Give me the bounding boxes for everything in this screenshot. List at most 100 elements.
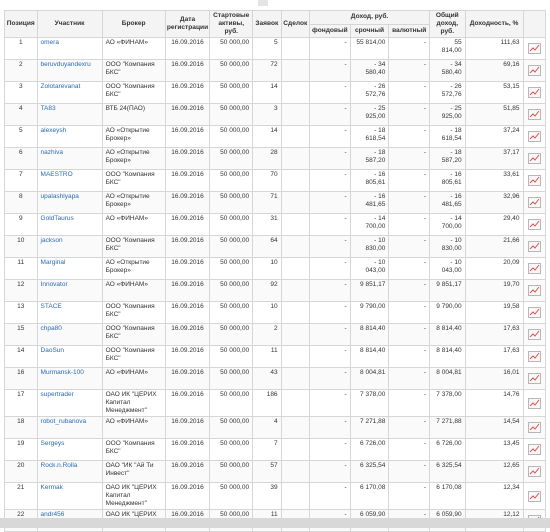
orders-cell: 4 bbox=[252, 416, 282, 439]
orders-cell: 70 bbox=[252, 169, 282, 192]
chart-line-icon[interactable] bbox=[527, 490, 541, 502]
chart-line-icon[interactable] bbox=[527, 153, 541, 164]
chart-cell[interactable] bbox=[522, 191, 547, 214]
broker-cell: АО «Открытие Брокер» bbox=[101, 147, 166, 170]
chart-cell[interactable] bbox=[522, 213, 547, 236]
chart-cell[interactable] bbox=[522, 37, 547, 60]
income-currency-cell: - bbox=[388, 438, 431, 461]
orders-cell: 43 bbox=[252, 367, 282, 390]
chart-line-icon[interactable] bbox=[527, 109, 541, 120]
chart-cell[interactable] bbox=[522, 81, 547, 104]
participant-link[interactable]: Murmansk-100 bbox=[36, 367, 103, 390]
header-deals[interactable]: Сделок bbox=[280, 10, 311, 38]
chart-line-icon[interactable] bbox=[527, 241, 541, 252]
chart-line-icon[interactable] bbox=[527, 219, 541, 230]
header-start-assets[interactable]: Стартовые активы, руб. bbox=[209, 10, 254, 38]
income-currency-cell: - bbox=[388, 323, 431, 346]
chart-line-icon[interactable] bbox=[527, 466, 541, 477]
chart-line-icon[interactable] bbox=[527, 307, 541, 318]
position-cell: 2 bbox=[4, 59, 38, 82]
participant-link[interactable]: nazhiva bbox=[36, 147, 103, 170]
chart-line-icon[interactable] bbox=[527, 263, 541, 274]
chart-cell[interactable] bbox=[522, 416, 547, 439]
participant-link[interactable]: omera bbox=[36, 37, 103, 60]
chart-line-icon[interactable] bbox=[527, 351, 541, 362]
chart-line-icon[interactable] bbox=[527, 43, 541, 54]
header-orders[interactable]: Заявок bbox=[252, 10, 282, 38]
participant-link[interactable]: Marginal bbox=[36, 257, 103, 280]
chart-cell[interactable] bbox=[522, 460, 547, 483]
chart-line-icon[interactable] bbox=[527, 175, 541, 186]
chart-line-icon[interactable] bbox=[527, 329, 541, 340]
deals-cell bbox=[280, 147, 311, 170]
participant-link[interactable]: DaoSun bbox=[36, 345, 103, 368]
chart-line-icon[interactable] bbox=[527, 131, 541, 142]
chart-line-icon[interactable] bbox=[527, 197, 541, 208]
chart-cell[interactable] bbox=[522, 438, 547, 461]
participant-link[interactable]: chpa80 bbox=[36, 323, 103, 346]
total-income-cell: 7 271,88 bbox=[429, 416, 466, 439]
participant-link[interactable]: jackson bbox=[36, 235, 103, 258]
chart-cell[interactable] bbox=[522, 482, 547, 510]
header-income-currency[interactable]: валютный bbox=[388, 23, 431, 38]
chart-cell[interactable] bbox=[522, 323, 547, 346]
chart-cell[interactable] bbox=[522, 257, 547, 280]
participant-link[interactable]: TA83 bbox=[36, 103, 103, 126]
income-stock-cell: - bbox=[309, 367, 351, 390]
chart-cell[interactable] bbox=[522, 301, 547, 324]
chart-cell[interactable] bbox=[522, 125, 547, 148]
header-income-futures[interactable]: срочный bbox=[349, 23, 390, 38]
chart-line-icon[interactable] bbox=[527, 87, 541, 98]
deals-cell bbox=[280, 37, 311, 60]
header-total-income[interactable]: Общий доход, руб. bbox=[429, 10, 466, 38]
header-participant[interactable]: Участник bbox=[36, 10, 103, 38]
chart-cell[interactable] bbox=[522, 345, 547, 368]
header-income-stock[interactable]: фондовый bbox=[309, 23, 351, 38]
broker-cell: АО «ФИНАМ» bbox=[101, 416, 166, 439]
chart-cell[interactable] bbox=[522, 147, 547, 170]
broker-cell: АО «Открытие Брокер» bbox=[101, 191, 166, 214]
participant-link[interactable]: upalashlyapa bbox=[36, 191, 103, 214]
header-yield[interactable]: Доходность, % bbox=[464, 10, 524, 38]
participant-link[interactable]: beruvduyandexru bbox=[36, 59, 103, 82]
participant-link[interactable]: robot_rubanova bbox=[36, 416, 103, 439]
start-assets-cell: 50 000,00 bbox=[209, 191, 254, 214]
chart-line-icon[interactable] bbox=[527, 65, 541, 76]
participant-link[interactable]: GoldTaurus bbox=[36, 213, 103, 236]
participant-link[interactable]: STACE bbox=[36, 301, 103, 324]
chart-cell[interactable] bbox=[522, 103, 547, 126]
top-tab-handle[interactable] bbox=[258, 0, 268, 6]
bottom-scroll-strip[interactable] bbox=[0, 518, 550, 528]
chart-line-icon[interactable] bbox=[527, 397, 541, 409]
chart-line-icon[interactable] bbox=[527, 373, 541, 384]
participant-link[interactable]: alexeysh bbox=[36, 125, 103, 148]
chart-line-icon[interactable] bbox=[527, 285, 541, 296]
total-income-cell: 9 790,00 bbox=[429, 301, 466, 324]
chart-cell[interactable] bbox=[522, 367, 547, 390]
table-row: 18 robot_rubanova АО «ФИНАМ» 16.09.2016 50 0… bbox=[4, 416, 547, 439]
participant-link[interactable]: Kermak bbox=[36, 482, 103, 510]
chart-line-icon[interactable] bbox=[527, 444, 541, 455]
reg-date-cell: 16.09.2016 bbox=[164, 460, 211, 483]
position-cell: 7 bbox=[4, 169, 38, 192]
chart-cell[interactable] bbox=[522, 389, 547, 417]
reg-date-cell: 16.09.2016 bbox=[164, 367, 211, 390]
chart-cell[interactable] bbox=[522, 59, 547, 82]
header-broker[interactable]: Брокер bbox=[101, 10, 166, 38]
chart-cell[interactable] bbox=[522, 279, 547, 302]
participant-link[interactable]: Innovator bbox=[36, 279, 103, 302]
chart-line-icon[interactable] bbox=[527, 422, 541, 433]
yield-cell: 17,63 bbox=[464, 323, 524, 346]
participant-link[interactable]: Rock.n.Rolla bbox=[36, 460, 103, 483]
reg-date-cell: 16.09.2016 bbox=[164, 345, 211, 368]
header-reg-date[interactable]: Дата регистрации bbox=[164, 10, 211, 38]
reg-date-cell: 16.09.2016 bbox=[164, 37, 211, 60]
participant-link[interactable]: MAESTRO bbox=[36, 169, 103, 192]
participant-link[interactable]: supertrader bbox=[36, 389, 103, 417]
participant-link[interactable]: Sergeys bbox=[36, 438, 103, 461]
participant-link[interactable]: Zolotarevanat bbox=[36, 81, 103, 104]
deals-cell bbox=[280, 416, 311, 439]
chart-cell[interactable] bbox=[522, 169, 547, 192]
chart-cell[interactable] bbox=[522, 235, 547, 258]
table-row: 21 Kermak ОАО ИК "ЦЕРИХ Капитал Менеджмент… bbox=[4, 482, 547, 510]
